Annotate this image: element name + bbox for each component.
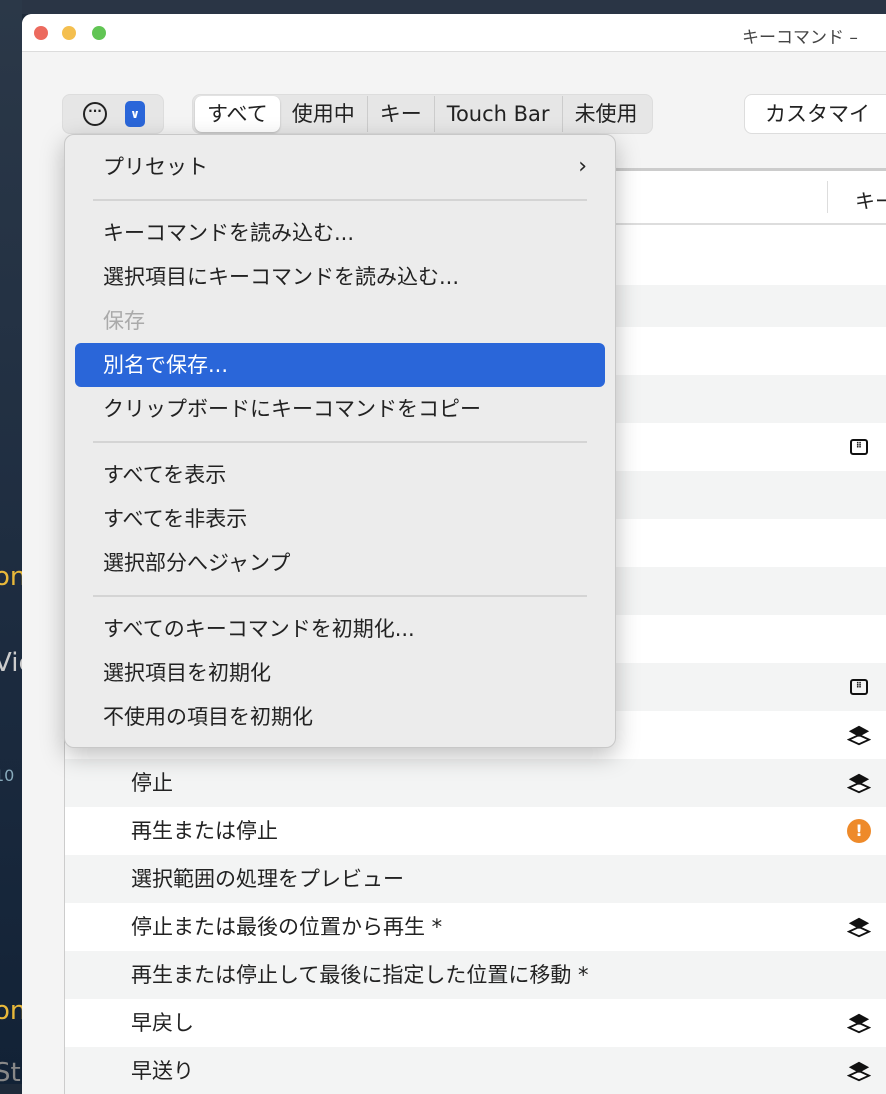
menu-item-label: 選択項目にキーコマンドを読み込む... bbox=[103, 265, 460, 289]
menu-separator bbox=[93, 441, 587, 443]
menu-item-label: 不使用の項目を初期化 bbox=[103, 705, 313, 729]
zoom-button[interactable] bbox=[92, 26, 106, 40]
menu-item-label: クリップボードにキーコマンドをコピー bbox=[103, 397, 481, 421]
menu-item[interactable]: すべてのキーコマンドを初期化... bbox=[75, 607, 605, 651]
table-row[interactable]: 再生または停止して最後に指定した位置に移動 * bbox=[65, 951, 886, 999]
row-label: 停止 bbox=[131, 771, 173, 795]
filter-tab[interactable]: 未使用 bbox=[563, 96, 650, 132]
row-label: 停止または最後の位置から再生 * bbox=[131, 915, 443, 939]
column-header-key[interactable]: キー bbox=[855, 185, 886, 214]
menu-item[interactable]: クリップボードにキーコマンドをコピー bbox=[75, 387, 605, 431]
action-dropdown-menu: プリセット › キーコマンドを読み込む... 選択項目にキーコマンドを読み込む... 保… bbox=[64, 134, 616, 748]
menu-item-label: 保存 bbox=[103, 309, 145, 333]
title-bar: キーコマンド – bbox=[22, 14, 886, 52]
menu-item-label: すべてのキーコマンドを初期化... bbox=[103, 617, 415, 641]
layers-icon bbox=[847, 915, 871, 939]
layers-icon bbox=[847, 723, 871, 747]
menu-item-label: すべてを表示 bbox=[103, 463, 227, 487]
minimize-button[interactable] bbox=[62, 26, 76, 40]
layers-icon bbox=[847, 1059, 871, 1083]
more-icon: ··· bbox=[83, 102, 107, 126]
column-divider bbox=[827, 181, 828, 213]
background-app-top bbox=[0, 0, 886, 14]
action-menu-button[interactable]: ··· ∨ bbox=[62, 94, 164, 134]
row-label: 再生または停止して最後に指定した位置に移動 * bbox=[131, 963, 589, 987]
close-button[interactable] bbox=[34, 26, 48, 40]
layers-icon bbox=[847, 1011, 871, 1035]
menu-item-label: すべてを非表示 bbox=[103, 507, 248, 531]
menu-item-label: 選択項目を初期化 bbox=[103, 661, 271, 685]
keypad-icon: ⠿ bbox=[847, 435, 871, 459]
menu-item[interactable]: 選択項目を初期化 bbox=[75, 651, 605, 695]
window-title: キーコマンド – bbox=[742, 28, 858, 48]
chevron-down-icon[interactable]: ∨ bbox=[125, 101, 145, 127]
menu-item-label: プリセット bbox=[103, 155, 208, 179]
background-app: on Vie 10 on St bbox=[0, 0, 34, 1088]
menu-item-label: 別名で保存... bbox=[103, 353, 229, 377]
filter-tab[interactable]: すべて bbox=[195, 96, 280, 132]
menu-item[interactable]: 選択項目にキーコマンドを読み込む... bbox=[75, 255, 605, 299]
menu-item[interactable]: 不使用の項目を初期化 bbox=[75, 695, 605, 739]
row-label: 早戻し bbox=[131, 1011, 194, 1035]
table-row[interactable]: 再生または停止! bbox=[65, 807, 886, 855]
table-row[interactable]: 停止 bbox=[65, 759, 886, 807]
menu-item[interactable]: プリセット › bbox=[75, 145, 605, 189]
keypad-icon: ⠿ bbox=[847, 675, 871, 699]
menu-item-label: キーコマンドを読み込む... bbox=[103, 221, 355, 245]
warning-icon: ! bbox=[847, 819, 871, 843]
menu-item[interactable]: キーコマンドを読み込む... bbox=[75, 211, 605, 255]
background-text: 10 bbox=[0, 766, 15, 785]
menu-item: 保存 bbox=[75, 299, 605, 343]
filter-tab[interactable]: 使用中 bbox=[280, 96, 368, 132]
menu-item[interactable]: すべてを非表示 bbox=[75, 497, 605, 541]
table-row[interactable]: 早送り bbox=[65, 1047, 886, 1094]
menu-item[interactable]: 選択部分へジャンプ bbox=[75, 541, 605, 585]
customize-button[interactable]: カスタマイ bbox=[744, 94, 886, 134]
menu-item[interactable]: 別名で保存... bbox=[75, 343, 605, 387]
menu-item-label: 選択部分へジャンプ bbox=[103, 551, 291, 575]
chevron-right-icon: › bbox=[578, 154, 587, 179]
row-label: 選択範囲の処理をプレビュー bbox=[131, 867, 404, 891]
table-row[interactable]: 早戻し bbox=[65, 999, 886, 1047]
menu-item[interactable]: すべてを表示 bbox=[75, 453, 605, 497]
menu-separator bbox=[93, 595, 587, 597]
row-label: 早送り bbox=[131, 1059, 194, 1083]
table-row[interactable]: 選択範囲の処理をプレビュー bbox=[65, 855, 886, 903]
filter-tab[interactable]: キー bbox=[368, 96, 435, 132]
menu-separator bbox=[93, 199, 587, 201]
table-row[interactable]: 停止または最後の位置から再生 * bbox=[65, 903, 886, 951]
filter-tab[interactable]: Touch Bar bbox=[435, 96, 563, 132]
layers-icon bbox=[847, 771, 871, 795]
filter-segmented-control: すべて 使用中 キー Touch Bar 未使用 bbox=[192, 94, 653, 134]
row-label: 再生または停止 bbox=[131, 819, 278, 843]
